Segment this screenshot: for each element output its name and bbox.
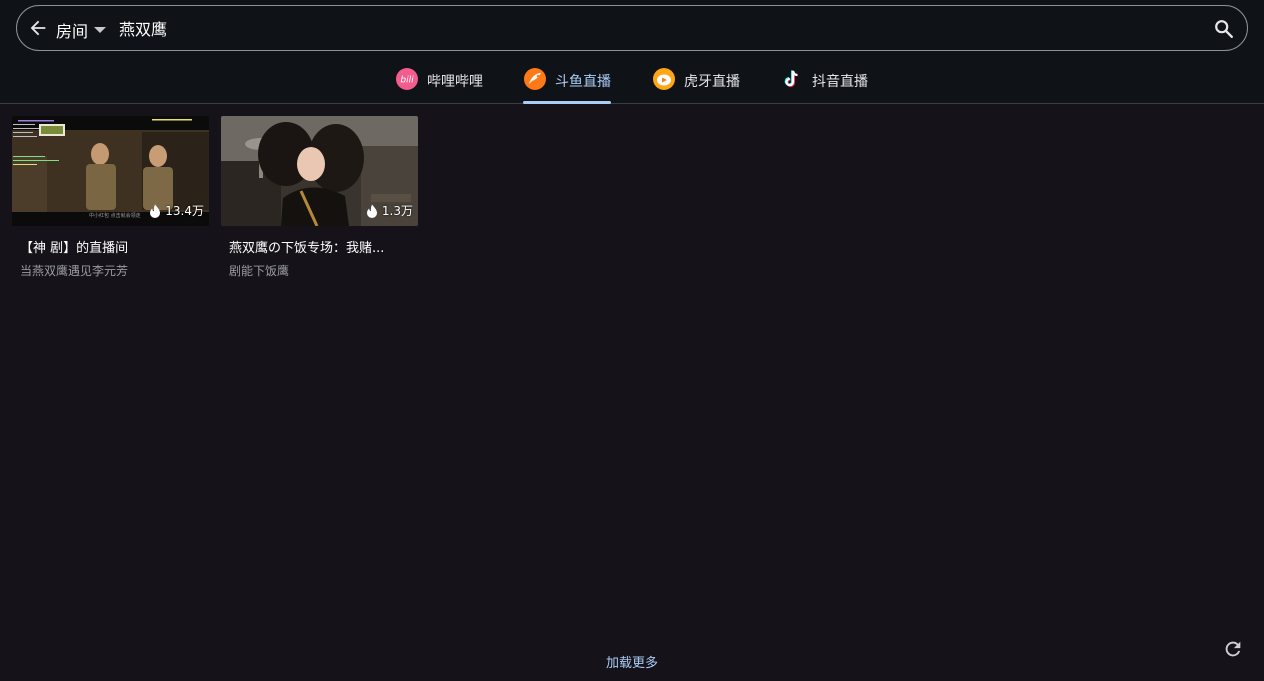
- room-title: 【神 剧】的直播间: [20, 241, 129, 256]
- search-bar: 房间: [16, 5, 1248, 51]
- popularity-badge: 1.3万: [366, 202, 413, 219]
- room-thumbnail: 1.3万: [221, 116, 418, 226]
- platform-tabs: bili 哔哩哔哩 斗鱼直播 虎牙直播 抖音直播: [0, 60, 1264, 104]
- tab-label: 斗鱼直播: [555, 74, 611, 90]
- bilibili-icon: bili: [396, 68, 418, 90]
- popularity-count: 13.4万: [165, 204, 204, 218]
- flame-icon: [366, 204, 377, 218]
- tab-label: 虎牙直播: [684, 74, 740, 90]
- flame-icon: [150, 204, 161, 218]
- back-arrow-icon[interactable]: [27, 17, 49, 39]
- thumbnail-caption: 中小红包 点击就会领走: [89, 212, 141, 219]
- douyu-icon: [524, 68, 546, 90]
- svg-text:bili: bili: [400, 76, 414, 86]
- search-scope-dropdown[interactable]: 房间: [56, 18, 107, 42]
- tab-label: 抖音直播: [812, 74, 868, 90]
- huya-icon: [653, 68, 675, 90]
- tab-label: 哔哩哔哩: [427, 74, 483, 90]
- top-bar: 房间 bili 哔哩哔哩 斗鱼直播: [0, 0, 1264, 104]
- search-scope-label: 房间: [56, 22, 89, 41]
- search-icon[interactable]: [1213, 18, 1235, 40]
- search-input[interactable]: [119, 14, 1199, 42]
- refresh-icon[interactable]: [1222, 638, 1244, 660]
- tab-bilibili[interactable]: bili 哔哩哔哩: [395, 60, 483, 104]
- tab-douyin[interactable]: 抖音直播: [780, 60, 868, 104]
- tab-huya[interactable]: 虎牙直播: [652, 60, 740, 104]
- streamer-name: 当燕双鹰遇见李元芳: [20, 264, 129, 278]
- load-more-button[interactable]: 加载更多: [560, 652, 704, 671]
- streamer-name: 剧能下饭鹰: [229, 264, 290, 278]
- room-card[interactable]: 1.3万 燕双鹰の下饭专场：我赌... 剧能下饭鹰: [221, 116, 418, 279]
- room-card[interactable]: 中小红包 点击就会领走 13.4万 【神 剧】的直播间 当燕双鹰遇见李元芳: [12, 116, 209, 279]
- douyin-icon: [784, 70, 798, 87]
- chevron-down-icon: [94, 27, 107, 33]
- tab-douyu[interactable]: 斗鱼直播: [523, 60, 611, 104]
- popularity-badge: 13.4万: [149, 202, 204, 219]
- active-tab-indicator: [523, 101, 611, 104]
- popularity-count: 1.3万: [381, 204, 413, 218]
- room-thumbnail: 中小红包 点击就会领走 13.4万: [12, 116, 209, 226]
- room-title: 燕双鹰の下饭专场：我赌...: [229, 241, 385, 256]
